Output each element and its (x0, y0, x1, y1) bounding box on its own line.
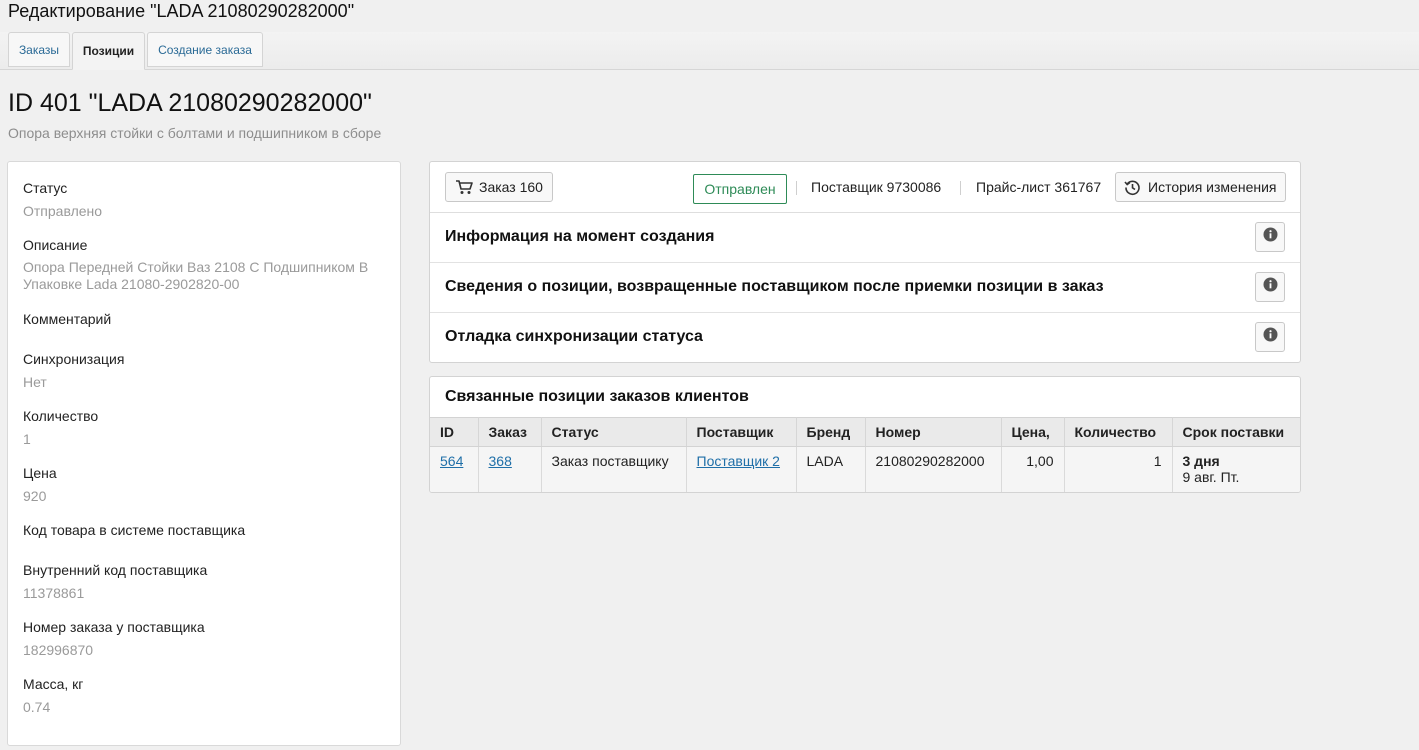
separator (796, 181, 797, 195)
history-button-label: История изменения (1148, 179, 1277, 195)
order-button-label: Заказ 160 (479, 179, 543, 195)
column-header: Номер (865, 417, 1002, 447)
price-cell: 1,00 (1001, 446, 1065, 492)
mass-label: Масса, кг (23, 676, 84, 692)
description-value: Опора Передней Стойки Ваз 2108 С Подшипн… (23, 259, 369, 292)
tab-positions[interactable]: Позиции (72, 32, 145, 70)
table-row: 564 368 Заказ поставщику Поставщик 2 LAD… (430, 446, 1300, 492)
info-icon (1263, 327, 1278, 347)
page-title: ID 401 "LADA 21080290282000" (8, 89, 372, 117)
related-positions-title: Связанные позиции заказов клиентов (445, 388, 749, 405)
separator (960, 181, 961, 195)
tab-bar: Заказы Позиции Создание заказа (0, 32, 1419, 70)
price-label: Цена (23, 465, 57, 481)
number-cell: 21080290282000 (865, 446, 1002, 492)
section-supplier-info: Сведения о позиции, возвращенные поставщ… (430, 263, 1300, 313)
column-header: Цена, (1001, 417, 1065, 447)
info-button[interactable] (1255, 222, 1285, 252)
column-header: Количество (1064, 417, 1173, 447)
supplier-internal-code-label: Внутренний код поставщика (23, 562, 208, 578)
supplier-text: Поставщик 9730086 (811, 179, 942, 195)
column-header: Заказ (478, 417, 542, 447)
related-positions-table: ID Заказ Статус Поставщик Бренд Номер Це… (430, 417, 1300, 492)
order-link[interactable]: 368 (489, 453, 512, 469)
status-label: Статус (23, 180, 68, 196)
column-header: Поставщик (686, 417, 797, 447)
column-header: ID (430, 417, 479, 447)
table-header-row: ID Заказ Статус Поставщик Бренд Номер Це… (430, 417, 1300, 447)
section-title: Сведения о позиции, возвращенные поставщ… (445, 278, 1104, 295)
tab-create-order[interactable]: Создание заказа (147, 32, 263, 67)
history-button[interactable]: История изменения (1115, 172, 1286, 202)
history-icon (1124, 179, 1141, 196)
mass-value: 0.74 (23, 699, 51, 715)
info-button[interactable] (1255, 272, 1285, 302)
quantity-label: Количество (23, 408, 99, 424)
supplier-order-number-value: 182996870 (23, 642, 94, 658)
status-badge: Отправлен (693, 174, 787, 204)
supplier-order-number-label: Номер заказа у поставщика (23, 619, 205, 635)
section-title: Информация на момент создания (445, 228, 715, 245)
supplier-link[interactable]: Поставщик 2 (697, 453, 780, 469)
order-button[interactable]: Заказ 160 (445, 172, 553, 202)
description-label: Описание (23, 237, 88, 253)
tab-orders[interactable]: Заказы (8, 32, 70, 67)
section-sync-debug: Отладка синхронизации статуса (430, 313, 1300, 363)
status-cell: Заказ поставщику (541, 446, 687, 492)
quantity-value: 1 (23, 431, 31, 447)
pricelist-text: Прайс-лист 361767 (976, 179, 1102, 195)
position-id-link[interactable]: 564 (440, 453, 463, 469)
supplier-product-code-label: Код товара в системе поставщика (23, 522, 246, 538)
position-panel: Заказ 160 Отправлен Поставщик 9730086 Пр… (429, 161, 1301, 363)
info-icon (1263, 277, 1278, 297)
column-header: Бренд (796, 417, 866, 447)
supplier-internal-code-value: 11378861 (23, 585, 85, 601)
delivery-date: 9 авг. Пт. (1182, 469, 1240, 485)
details-panel: Статус Отправлено Описание Опора Передне… (7, 161, 401, 746)
position-toolbar: Заказ 160 Отправлен Поставщик 9730086 Пр… (430, 162, 1300, 213)
column-header: Статус (541, 417, 687, 447)
status-value: Отправлено (23, 203, 103, 219)
info-icon (1263, 227, 1278, 247)
related-positions-panel: Связанные позиции заказов клиентов ID За… (429, 376, 1301, 493)
comment-label: Комментарий (23, 311, 112, 327)
sync-label: Синхронизация (23, 351, 125, 367)
delivery-cell: 3 дня 9 авг. Пт. (1172, 446, 1300, 492)
page-subtitle: Опора верхняя стойки с болтами и подшипн… (8, 125, 382, 141)
delivery-term: 3 дня (1182, 453, 1220, 469)
window-title: Редактирование "LADA 21080290282000" (8, 1, 355, 21)
price-value: 920 (23, 488, 47, 504)
brand-cell: LADA (796, 446, 866, 492)
section-title: Отладка синхронизации статуса (445, 328, 703, 345)
info-button[interactable] (1255, 322, 1285, 352)
sync-value: Нет (23, 374, 47, 390)
section-creation-info: Информация на момент создания (430, 213, 1300, 263)
quantity-cell: 1 (1064, 446, 1173, 492)
column-header: Срок поставки (1172, 417, 1300, 447)
cart-icon (455, 179, 473, 195)
